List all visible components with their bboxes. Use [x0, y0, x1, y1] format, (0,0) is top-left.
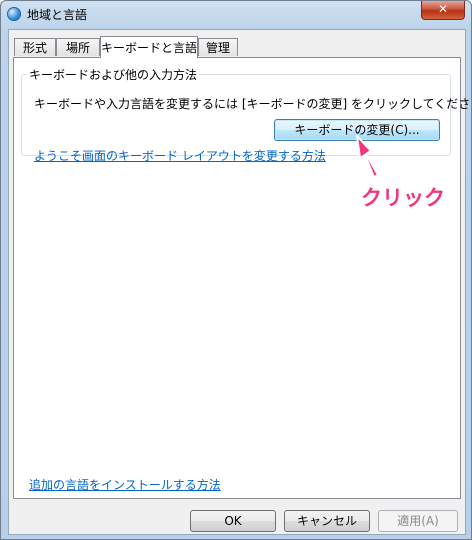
- click-annotation: クリック: [355, 182, 455, 212]
- install-language-link[interactable]: 追加の言語をインストールする方法: [29, 476, 221, 493]
- globe-icon: [7, 7, 21, 21]
- tab-keyboards-languages[interactable]: キーボードと言語: [100, 36, 198, 58]
- change-keyboards-button[interactable]: キーボードの変更(C)...: [274, 119, 440, 141]
- title-bar[interactable]: 地域と言語 ✕: [1, 1, 471, 27]
- tab-administrative[interactable]: 管理: [198, 38, 238, 56]
- group-legend: キーボードおよび他の入力方法: [29, 68, 198, 82]
- tab-panel: キーボードおよび他の入力方法 キーボードや入力言語を変更するには [キーボードの…: [13, 57, 471, 499]
- tab-location[interactable]: 場所: [56, 38, 100, 56]
- dialog-window: 地域と言語 ✕ 形式 場所 キーボードと言語 管理 キーボードおよび他の入力方法…: [0, 0, 472, 540]
- window-title: 地域と言語: [27, 8, 88, 22]
- welcome-screen-layout-link[interactable]: ようこそ画面のキーボード レイアウトを変更する方法: [34, 147, 326, 164]
- dialog-client-area: 形式 場所 キーボードと言語 管理 キーボードおよび他の入力方法 キーボードや入…: [8, 29, 471, 535]
- apply-button[interactable]: 適用(A): [378, 510, 458, 532]
- close-button[interactable]: ✕: [421, 1, 465, 20]
- tab-format[interactable]: 形式: [14, 38, 56, 56]
- keyboard-input-group: キーボードおよび他の入力方法 キーボードや入力言語を変更するには [キーボードの…: [21, 66, 471, 163]
- annotation-label: クリック: [361, 186, 445, 210]
- ok-button[interactable]: OK: [190, 510, 276, 532]
- cancel-button[interactable]: キャンセル: [284, 510, 370, 532]
- group-description: キーボードや入力言語を変更するには [キーボードの変更] をクリックしてください…: [34, 97, 472, 111]
